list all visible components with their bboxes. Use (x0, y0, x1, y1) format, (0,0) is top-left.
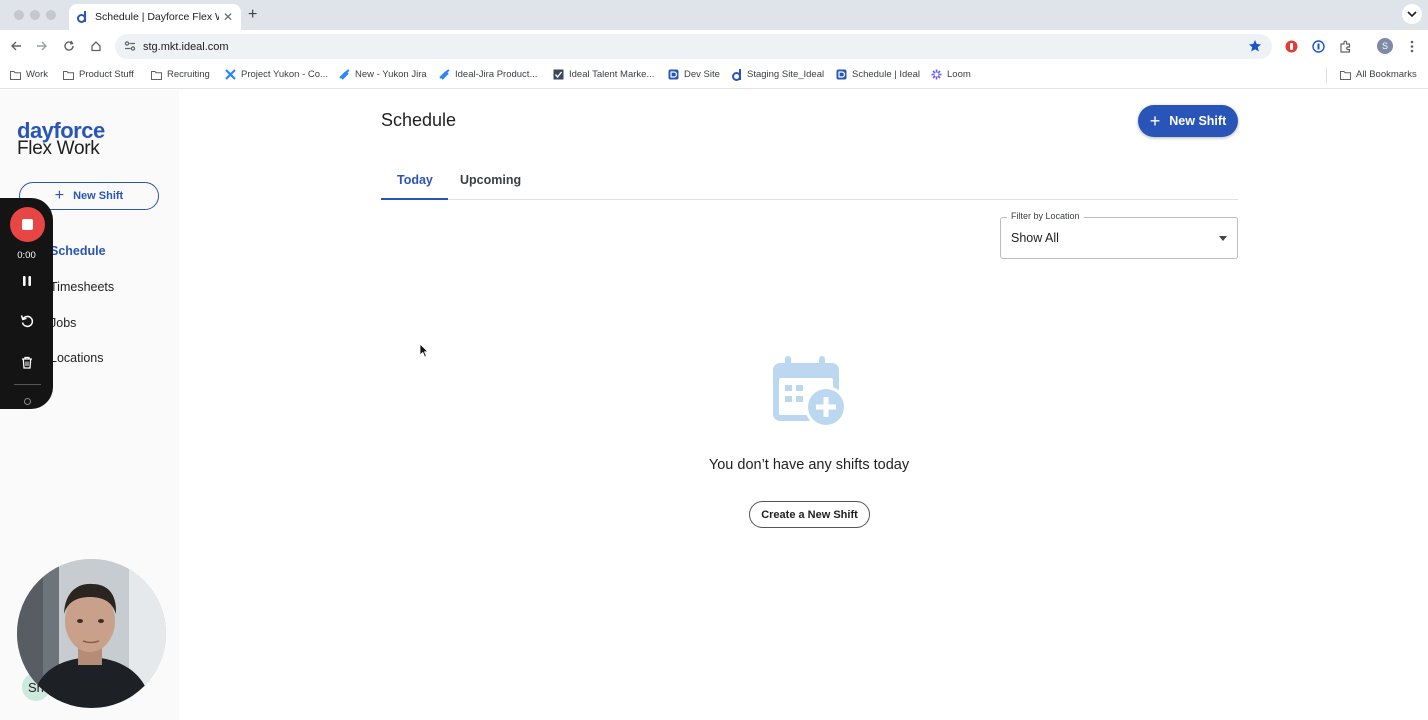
folder-icon (63, 69, 74, 80)
bookmarks-divider (1326, 68, 1327, 83)
bookmark-item[interactable]: Staging Site_Ideal (731, 68, 824, 81)
loom-icon (931, 69, 942, 80)
tab-close-icon[interactable]: ✕ (223, 10, 233, 24)
bookmark-item[interactable]: Dev Site (668, 69, 720, 80)
address-bar[interactable]: stg.mkt.ideal.com (115, 34, 1272, 59)
dayforce-icon (731, 68, 742, 81)
back-arrow-icon[interactable] (8, 38, 24, 54)
browser-tab-active[interactable]: Schedule | Dayforce Flex Wor ✕ (69, 4, 241, 30)
bookmark-star-icon[interactable] (1248, 39, 1262, 56)
main-content: Schedule + New Shift Today Upcoming Filt… (179, 90, 1428, 720)
sidebar-item-jobs[interactable]: Jobs (50, 316, 76, 330)
mouse-cursor-icon (419, 343, 429, 358)
window-close-button[interactable] (14, 10, 24, 20)
bookmark-item[interactable]: Schedule | Ideal (836, 69, 920, 80)
page-title: Schedule (381, 110, 457, 130)
tab-upcoming[interactable]: Upcoming (460, 173, 521, 187)
dayforce-icon (836, 69, 847, 80)
folder-icon (151, 69, 162, 80)
caret-down-icon (1219, 236, 1227, 241)
folder-icon (10, 69, 21, 80)
window-zoom-button[interactable] (46, 10, 56, 20)
bookmark-item[interactable]: Work (10, 69, 48, 80)
tab-today[interactable]: Today (397, 173, 433, 187)
plus-icon: + (1149, 111, 1161, 131)
browser-tab-title: Schedule | Dayforce Flex Wor (95, 11, 219, 23)
recorder-divider (14, 384, 41, 385)
bookmark-item[interactable]: Product Stuff (63, 69, 134, 80)
extension-red-icon[interactable] (1284, 39, 1298, 53)
recording-timer: 0:00 (17, 250, 36, 261)
trash-icon[interactable] (19, 354, 35, 370)
dayforce-icon (668, 69, 679, 80)
browser-tab-strip: Schedule | Dayforce Flex Wor ✕ + (0, 0, 1428, 30)
header-new-shift-button[interactable]: + New Shift (1138, 105, 1238, 137)
empty-state-message: You don’t have any shifts today (708, 457, 910, 473)
filter-value: Show All (1011, 231, 1059, 245)
password-manager-icon[interactable] (1311, 39, 1325, 53)
profile-avatar-icon[interactable]: S (1377, 38, 1393, 54)
site-info-icon[interactable] (124, 40, 136, 55)
flex-work-logo-text: Flex Work (17, 138, 100, 159)
extensions-puzzle-icon[interactable] (1338, 39, 1352, 53)
create-new-shift-button[interactable]: Create a New Shift (749, 501, 870, 528)
bookmark-item[interactable]: Loom (931, 69, 971, 80)
active-tab-indicator (381, 198, 448, 200)
dayforce-favicon-icon (77, 11, 87, 23)
calendar-add-icon (773, 356, 847, 428)
sidebar-item-schedule[interactable]: Schedule (50, 244, 106, 258)
webcam-bubble[interactable] (17, 559, 166, 708)
new-tab-icon[interactable]: + (248, 6, 257, 24)
home-icon[interactable] (88, 38, 104, 54)
schedule-tabs: Today Upcoming (381, 168, 1238, 200)
screen-recorder-toolbar: 0:00 (0, 198, 53, 409)
browser-toolbar: stg.mkt.ideal.com S (0, 30, 1428, 63)
address-url: stg.mkt.ideal.com (143, 40, 229, 53)
webcam-feed-image (17, 559, 166, 708)
restart-icon[interactable] (19, 313, 35, 329)
all-bookmarks-button[interactable]: All Bookmarks (1340, 69, 1417, 80)
bookmark-item[interactable]: Ideal Talent Marke... (553, 69, 654, 80)
bookmark-item[interactable]: Project Yukon - Co... (225, 69, 328, 80)
ideal-icon (553, 69, 564, 80)
jira-icon (225, 69, 236, 80)
reload-icon[interactable] (61, 38, 77, 54)
window-minimize-button[interactable] (30, 10, 40, 20)
recorder-more-icon[interactable] (24, 398, 31, 405)
tab-search-chevron-icon[interactable] (1402, 4, 1422, 24)
sidebar-item-locations[interactable]: Locations (50, 351, 104, 365)
browser-menu-icon[interactable] (1405, 39, 1419, 53)
folder-icon (1340, 69, 1351, 80)
forward-arrow-icon[interactable] (34, 38, 50, 54)
plus-icon: + (54, 187, 65, 204)
bookmark-item[interactable]: Recruiting (151, 69, 210, 80)
pause-icon[interactable] (19, 273, 35, 289)
location-filter-select[interactable]: Filter by Location Show All (1000, 211, 1238, 259)
bookmarks-bar: Work Product Stuff Recruiting Project Yu… (0, 63, 1428, 89)
bookmark-item[interactable]: Ideal-Jira Product... (439, 69, 537, 80)
jira-icon (439, 69, 450, 80)
filter-label: Filter by Location (1007, 211, 1084, 221)
bookmark-item[interactable]: New - Yukon Jira (339, 69, 427, 80)
stop-recording-button[interactable] (10, 207, 45, 242)
sidebar-item-timesheets[interactable]: Timesheets (50, 280, 114, 294)
jira-icon (339, 69, 350, 80)
